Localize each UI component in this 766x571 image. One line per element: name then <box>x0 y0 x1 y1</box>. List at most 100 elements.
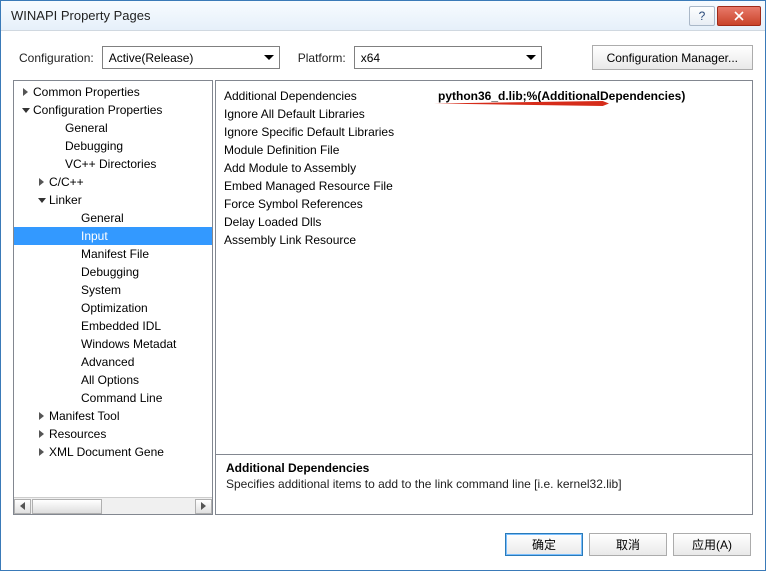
tree-item[interactable]: Optimization <box>14 299 212 317</box>
horizontal-scrollbar[interactable] <box>14 497 212 514</box>
tree-item[interactable]: C/C++ <box>14 173 212 191</box>
tree-item-label: Optimization <box>81 301 148 315</box>
tree-item-label: Advanced <box>81 355 134 369</box>
platform-value: x64 <box>361 51 380 65</box>
tree-item[interactable]: Input <box>14 227 212 245</box>
property-row[interactable]: Ignore Specific Default Libraries <box>220 123 748 141</box>
expander-none <box>68 303 79 314</box>
expander-none <box>52 123 63 134</box>
tree-item-label: Configuration Properties <box>33 103 162 117</box>
property-list: Additional Dependenciespython36_d.lib;%(… <box>216 81 752 454</box>
dialog-buttons: 确定 取消 应用(A) <box>1 523 765 570</box>
tree-item[interactable]: XML Document Gene <box>14 443 212 461</box>
tree-item-label: Command Line <box>81 391 162 405</box>
tree-item-label: Debugging <box>65 139 123 153</box>
tree-item-label: Manifest File <box>81 247 149 261</box>
tree-item-label: Common Properties <box>33 85 140 99</box>
property-label: Assembly Link Resource <box>220 233 434 247</box>
expander-none <box>68 231 79 242</box>
cancel-button[interactable]: 取消 <box>589 533 667 556</box>
expander-closed-icon[interactable] <box>20 87 31 98</box>
tree[interactable]: Common Properties Configuration Propertie… <box>14 81 212 497</box>
expander-none <box>52 159 63 170</box>
tree-item-label: General <box>65 121 108 135</box>
tree-item[interactable]: Command Line <box>14 389 212 407</box>
property-value[interactable]: python36_d.lib;%(AdditionalDependencies) <box>434 89 748 103</box>
expander-closed-icon[interactable] <box>36 429 47 440</box>
close-icon <box>734 11 744 21</box>
property-row[interactable]: Assembly Link Resource <box>220 231 748 249</box>
property-label: Module Definition File <box>220 143 434 157</box>
chevron-down-icon <box>260 48 278 67</box>
property-label: Ignore All Default Libraries <box>220 107 434 121</box>
property-row[interactable]: Add Module to Assembly <box>220 159 748 177</box>
help-button[interactable]: ? <box>689 6 715 26</box>
tree-item-label: Windows Metadat <box>81 337 176 351</box>
tree-item[interactable]: General <box>14 209 212 227</box>
expander-closed-icon[interactable] <box>36 447 47 458</box>
tree-item-label: Input <box>81 229 108 243</box>
property-label: Additional Dependencies <box>220 89 434 103</box>
configuration-manager-button[interactable]: Configuration Manager... <box>592 45 753 70</box>
scroll-right-button[interactable] <box>195 499 212 514</box>
scroll-left-button[interactable] <box>14 499 31 514</box>
body: Common Properties Configuration Propertie… <box>1 80 765 523</box>
property-label: Ignore Specific Default Libraries <box>220 125 434 139</box>
tree-item[interactable]: Windows Metadat <box>14 335 212 353</box>
platform-label: Platform: <box>298 51 346 65</box>
tree-item[interactable]: VC++ Directories <box>14 155 212 173</box>
description-pane: Additional Dependencies Specifies additi… <box>216 454 752 514</box>
tree-item[interactable]: Manifest File <box>14 245 212 263</box>
tree-item[interactable]: Advanced <box>14 353 212 371</box>
tree-item[interactable]: All Options <box>14 371 212 389</box>
close-button[interactable] <box>717 6 761 26</box>
expander-none <box>52 141 63 152</box>
expander-none <box>68 213 79 224</box>
tree-item-label: Resources <box>49 427 106 441</box>
tree-item[interactable]: Resources <box>14 425 212 443</box>
scroll-thumb[interactable] <box>32 499 102 514</box>
tree-item[interactable]: General <box>14 119 212 137</box>
expander-open-icon[interactable] <box>20 105 31 116</box>
property-row[interactable]: Additional Dependenciespython36_d.lib;%(… <box>220 87 748 105</box>
property-label: Delay Loaded Dlls <box>220 215 434 229</box>
property-row[interactable]: Delay Loaded Dlls <box>220 213 748 231</box>
expander-none <box>68 285 79 296</box>
tree-item-label: All Options <box>81 373 139 387</box>
tree-item[interactable]: Embedded IDL <box>14 317 212 335</box>
tree-item[interactable]: Common Properties <box>14 83 212 101</box>
titlebar-buttons: ? <box>689 6 761 26</box>
help-icon: ? <box>699 9 706 23</box>
expander-none <box>68 267 79 278</box>
tree-item[interactable]: Linker <box>14 191 212 209</box>
property-row[interactable]: Module Definition File <box>220 141 748 159</box>
tree-item[interactable]: Manifest Tool <box>14 407 212 425</box>
titlebar: WINAPI Property Pages ? <box>1 1 765 31</box>
platform-combo[interactable]: x64 <box>354 46 542 69</box>
tree-item[interactable]: Debugging <box>14 137 212 155</box>
expander-closed-icon[interactable] <box>36 177 47 188</box>
expander-closed-icon[interactable] <box>36 411 47 422</box>
tree-item-label: VC++ Directories <box>65 157 156 171</box>
ok-button[interactable]: 确定 <box>505 533 583 556</box>
window-title: WINAPI Property Pages <box>11 8 689 23</box>
expander-open-icon[interactable] <box>36 195 47 206</box>
expander-none <box>68 249 79 260</box>
tree-item[interactable]: Debugging <box>14 263 212 281</box>
chevron-down-icon <box>522 48 540 67</box>
tree-item-label: Linker <box>49 193 82 207</box>
configuration-combo[interactable]: Active(Release) <box>102 46 280 69</box>
tree-item[interactable]: System <box>14 281 212 299</box>
tree-panel: Common Properties Configuration Propertie… <box>13 80 213 515</box>
expander-none <box>68 375 79 386</box>
configuration-row: Configuration: Active(Release) Platform:… <box>1 31 765 80</box>
apply-button[interactable]: 应用(A) <box>673 533 751 556</box>
property-row[interactable]: Embed Managed Resource File <box>220 177 748 195</box>
expander-none <box>68 321 79 332</box>
tree-item[interactable]: Configuration Properties <box>14 101 212 119</box>
property-panel: Additional Dependenciespython36_d.lib;%(… <box>215 80 753 515</box>
tree-item-label: General <box>81 211 124 225</box>
tree-item-label: Manifest Tool <box>49 409 119 423</box>
property-row[interactable]: Ignore All Default Libraries <box>220 105 748 123</box>
property-row[interactable]: Force Symbol References <box>220 195 748 213</box>
